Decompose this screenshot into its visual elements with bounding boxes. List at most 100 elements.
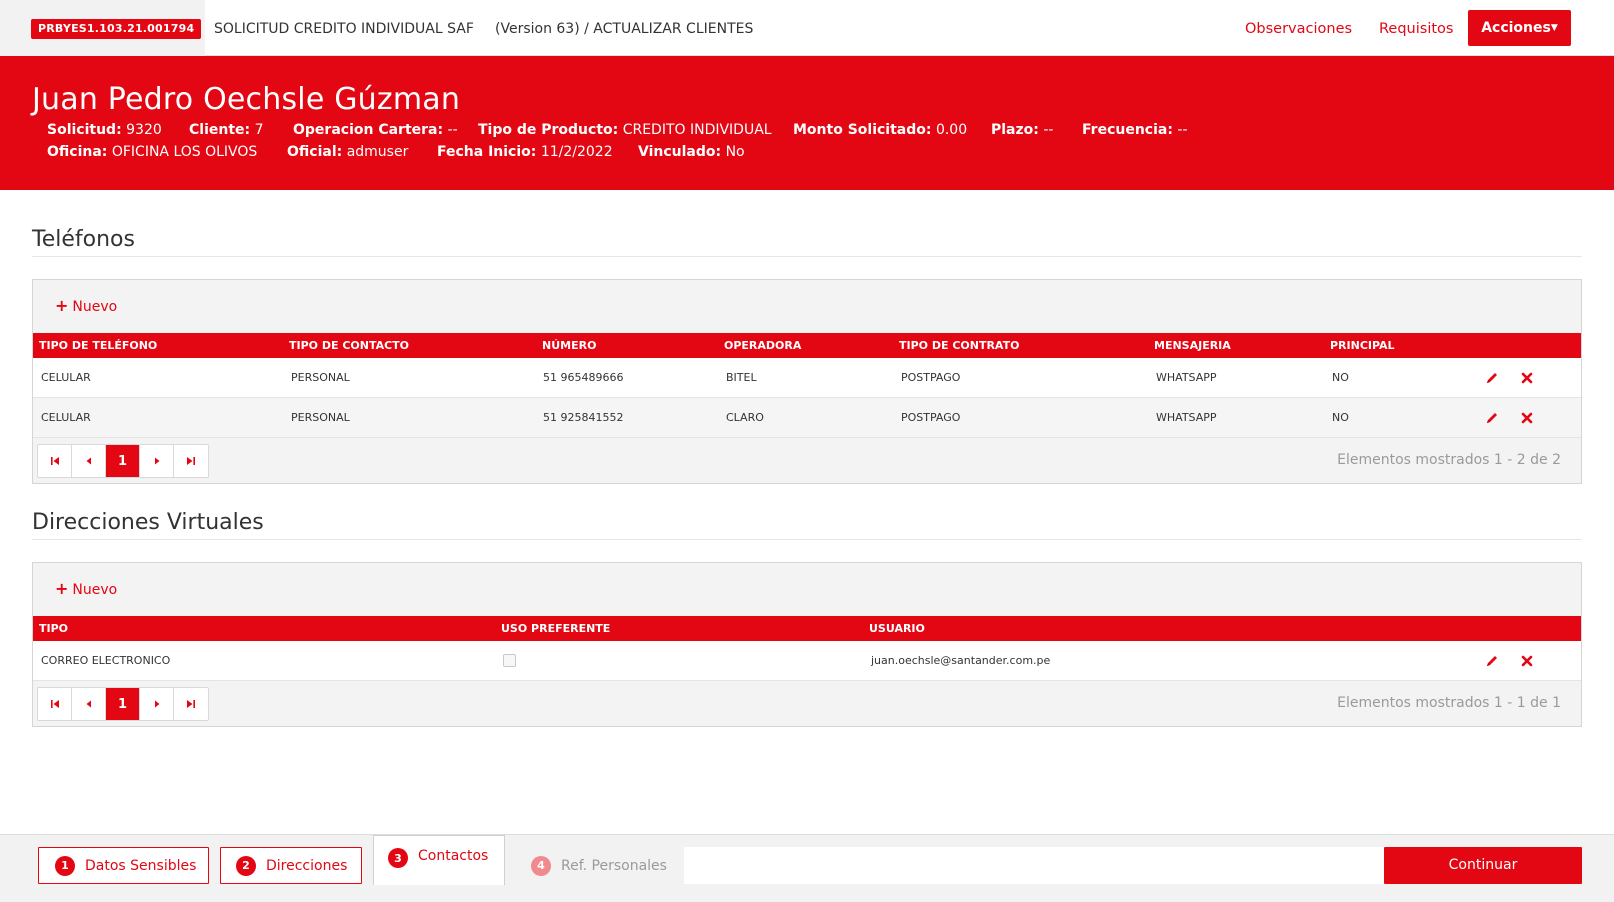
delete-x-icon[interactable] bbox=[1519, 370, 1535, 386]
acciones-label: Acciones bbox=[1481, 20, 1551, 36]
step-ref-personales: 4 Ref. Personales bbox=[531, 847, 681, 884]
last-page-icon[interactable] bbox=[174, 688, 208, 720]
column-header[interactable]: TIPO DE CONTRATO bbox=[899, 333, 1019, 358]
field-value: 9320 bbox=[126, 122, 162, 138]
step-label: Datos Sensibles bbox=[85, 857, 197, 874]
direcciones-title: Direcciones Virtuales bbox=[32, 510, 264, 535]
first-page-icon[interactable] bbox=[38, 445, 72, 477]
field-frecuencia: Frecuencia: -- bbox=[1082, 120, 1188, 140]
step-datos-sensibles[interactable]: 1 Datos Sensibles bbox=[38, 847, 209, 884]
pager: 1 bbox=[37, 687, 209, 721]
grid-header: TIPO USO PREFERENTE USUARIO bbox=[33, 616, 1581, 641]
edit-pencil-icon[interactable] bbox=[1484, 410, 1500, 426]
prev-page-icon[interactable] bbox=[72, 688, 106, 720]
column-header[interactable]: TIPO DE CONTACTO bbox=[289, 333, 409, 358]
delete-x-icon[interactable] bbox=[1519, 653, 1535, 669]
step-label: Ref. Personales bbox=[561, 857, 667, 874]
column-header[interactable]: USUARIO bbox=[869, 616, 925, 641]
column-header[interactable]: TIPO bbox=[39, 616, 68, 641]
pager-bar: 1 Elementos mostrados 1 - 1 de 1 bbox=[33, 681, 1581, 726]
table-row[interactable]: CELULAR PERSONAL 51 925841552 CLARO POST… bbox=[33, 398, 1581, 438]
field-oficial: Oficial: admuser bbox=[287, 142, 408, 162]
observaciones-link[interactable]: Observaciones bbox=[1245, 19, 1352, 39]
field-oficina: Oficina: OFICINA LOS OLIVOS bbox=[47, 142, 257, 162]
cell-usuario: juan.oechsle@santander.com.pe bbox=[871, 654, 1051, 667]
field-label: Solicitud: bbox=[47, 122, 122, 138]
column-header[interactable]: MENSAJERIA bbox=[1154, 333, 1231, 358]
field-value: No bbox=[725, 144, 745, 160]
acciones-button[interactable]: Acciones▼ bbox=[1468, 10, 1571, 46]
grid-toolbar: + Nuevo bbox=[33, 563, 1581, 616]
edit-pencil-icon[interactable] bbox=[1484, 653, 1500, 669]
caret-down-icon: ▼ bbox=[1550, 23, 1558, 33]
telefonos-nuevo-button[interactable]: + Nuevo bbox=[55, 296, 117, 317]
section-divider bbox=[32, 256, 1582, 257]
step-direcciones[interactable]: 2 Direcciones bbox=[220, 847, 362, 884]
table-row[interactable]: CELULAR PERSONAL 51 965489666 BITEL POST… bbox=[33, 358, 1581, 398]
next-page-icon[interactable] bbox=[140, 445, 174, 477]
cell-tipo-contrato: POSTPAGO bbox=[901, 411, 961, 424]
column-header[interactable]: NÚMERO bbox=[542, 333, 596, 358]
page-number-button[interactable]: 1 bbox=[106, 688, 140, 720]
client-header: Juan Pedro Oechsle Gúzman Solicitud: 932… bbox=[0, 56, 1614, 190]
grid-toolbar: + Nuevo bbox=[33, 280, 1581, 333]
page-version: (Version 63) / ACTUALIZAR CLIENTES bbox=[495, 21, 754, 37]
column-header[interactable]: USO PREFERENTE bbox=[501, 616, 610, 641]
prev-page-icon[interactable] bbox=[72, 445, 106, 477]
field-label: Oficial: bbox=[287, 144, 343, 160]
pager-info: Elementos mostrados 1 - 2 de 2 bbox=[1337, 452, 1561, 468]
column-header[interactable]: OPERADORA bbox=[724, 333, 801, 358]
requisitos-link[interactable]: Requisitos bbox=[1379, 19, 1453, 39]
first-page-icon[interactable] bbox=[38, 688, 72, 720]
plus-icon: + bbox=[55, 579, 69, 598]
continuar-button[interactable]: Continuar bbox=[1384, 847, 1582, 884]
field-tipo-producto: Tipo de Producto: CREDITO INDIVIDUAL bbox=[478, 120, 772, 140]
step-contactos[interactable]: 3 Contactos bbox=[373, 835, 505, 885]
field-value: 11/2/2022 bbox=[540, 144, 613, 160]
page-number-button[interactable]: 1 bbox=[106, 445, 140, 477]
field-value: CREDITO INDIVIDUAL bbox=[622, 122, 772, 138]
client-name: Juan Pedro Oechsle Gúzman bbox=[32, 82, 461, 117]
grid-header: TIPO DE TELÉFONO TIPO DE CONTACTO NÚMERO… bbox=[33, 333, 1581, 358]
field-label: Monto Solicitado: bbox=[793, 122, 932, 138]
cell-operadora: BITEL bbox=[726, 371, 757, 384]
field-label: Fecha Inicio: bbox=[437, 144, 537, 160]
column-header[interactable]: TIPO DE TELÉFONO bbox=[39, 333, 157, 358]
field-value: -- bbox=[1043, 122, 1054, 138]
wizard-spacer bbox=[684, 847, 1386, 884]
cell-tipo-contacto: PERSONAL bbox=[291, 371, 350, 384]
edit-pencil-icon[interactable] bbox=[1484, 370, 1500, 386]
cell-tipo-telefono: CELULAR bbox=[41, 371, 91, 384]
cell-principal: NO bbox=[1332, 411, 1349, 424]
field-vinculado: Vinculado: No bbox=[638, 142, 745, 162]
pager-info: Elementos mostrados 1 - 1 de 1 bbox=[1337, 695, 1561, 711]
direcciones-nuevo-button[interactable]: + Nuevo bbox=[55, 579, 117, 600]
delete-x-icon[interactable] bbox=[1519, 410, 1535, 426]
step-number: 4 bbox=[531, 855, 551, 876]
next-page-icon[interactable] bbox=[140, 688, 174, 720]
table-row[interactable]: CORREO ELECTRONICO juan.oechsle@santande… bbox=[33, 641, 1581, 681]
field-label: Cliente: bbox=[189, 122, 251, 138]
step-number: 2 bbox=[236, 855, 256, 876]
plus-icon: + bbox=[55, 296, 69, 315]
section-divider bbox=[32, 539, 1582, 540]
telefonos-title: Teléfonos bbox=[32, 227, 135, 252]
cell-operadora: CLARO bbox=[726, 411, 764, 424]
nuevo-label: Nuevo bbox=[72, 582, 118, 598]
step-label: Contactos bbox=[418, 848, 489, 864]
uso-preferente-checkbox[interactable] bbox=[503, 654, 516, 667]
field-value: -- bbox=[1177, 122, 1188, 138]
field-label: Tipo de Producto: bbox=[478, 122, 619, 138]
direcciones-grid: + Nuevo TIPO USO PREFERENTE USUARIO CORRE… bbox=[32, 562, 1582, 727]
last-page-icon[interactable] bbox=[174, 445, 208, 477]
field-label: Vinculado: bbox=[638, 144, 722, 160]
cell-tipo: CORREO ELECTRONICO bbox=[41, 654, 171, 667]
cell-tipo-telefono: CELULAR bbox=[41, 411, 91, 424]
field-label: Oficina: bbox=[47, 144, 108, 160]
cell-mensajeria: WHATSAPP bbox=[1156, 371, 1217, 384]
column-header[interactable]: PRINCIPAL bbox=[1330, 333, 1395, 358]
field-solicitud: Solicitud: 9320 bbox=[47, 120, 162, 140]
cell-mensajeria: WHATSAPP bbox=[1156, 411, 1217, 424]
field-monto-solicitado: Monto Solicitado: 0.00 bbox=[793, 120, 967, 140]
wizard-bar: 1 Datos Sensibles 2 Direcciones 3 Contactos… bbox=[0, 834, 1614, 902]
